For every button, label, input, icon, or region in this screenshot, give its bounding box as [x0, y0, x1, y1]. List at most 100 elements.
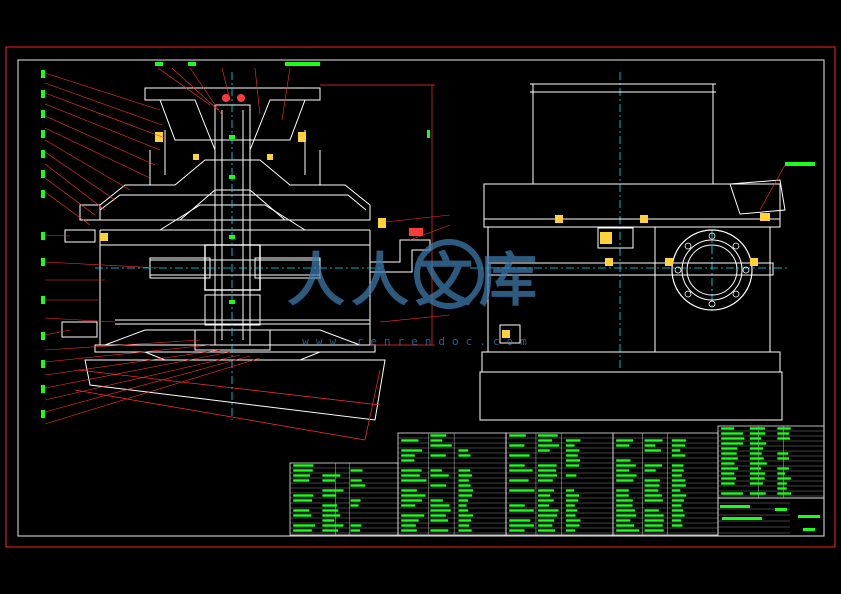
table-text-stub: [538, 474, 558, 477]
table-text-stub: [509, 454, 530, 457]
table-text-stub: [458, 449, 469, 452]
table-text-stub: [538, 519, 555, 522]
table-text-stub: [430, 469, 442, 472]
leader-lines-left: [44, 72, 261, 425]
table-text-stub: [721, 427, 735, 430]
table-text-stub: [322, 489, 344, 492]
table-text-stub: [293, 494, 314, 497]
table-text-stub: [509, 524, 534, 527]
table-text-stub: [671, 499, 684, 502]
table-text-stub: [565, 439, 581, 442]
table-text-stub: [671, 484, 686, 487]
table-text-stub: [565, 489, 575, 492]
table-text-stub: [401, 529, 417, 532]
table-text-stub: [401, 459, 415, 462]
table-text-stub: [458, 519, 472, 522]
table-text-stub: [616, 469, 630, 472]
table-text-stub: [777, 492, 792, 495]
table-text-stub: [777, 472, 785, 475]
table-text-stub: [749, 442, 767, 445]
table-text-stub: [565, 519, 581, 522]
table-text-stub: [430, 529, 449, 532]
table-text-stub: [458, 469, 471, 472]
title-text-stub: [798, 515, 820, 518]
table-text-stub: [616, 499, 633, 502]
table-text-stub: [293, 464, 314, 467]
table-text-stub: [749, 477, 765, 480]
table-text-stub: [458, 489, 474, 492]
table-text-stub: [509, 464, 525, 467]
table-text-stub: [350, 499, 361, 502]
table-text-stub: [749, 462, 767, 465]
table-text-stub: [350, 484, 366, 487]
table-text-stub: [538, 489, 554, 492]
table-text-stub: [430, 519, 448, 522]
table-text-stub: [749, 437, 762, 440]
table-text-stub: [749, 482, 763, 485]
table-text-stub: [644, 444, 656, 447]
table-text-stub: [721, 437, 745, 440]
table-text-stub: [565, 449, 580, 452]
table-text-stub: [430, 434, 447, 437]
table-text-stub: [430, 484, 447, 487]
table-text-stub: [777, 457, 790, 460]
table-text-stub: [401, 469, 422, 472]
table-text-stub: [671, 494, 687, 497]
table-text-stub: [749, 452, 762, 455]
table-text-stub: [777, 477, 791, 480]
table-text-stub: [749, 427, 765, 430]
table-text-stub: [671, 519, 682, 522]
table-text-stub: [401, 504, 416, 507]
table-text-stub: [616, 529, 640, 532]
table-text-stub: [430, 509, 451, 512]
table-text-stub: [565, 524, 580, 527]
table-text-stub: [777, 437, 790, 440]
table-text-stub: [430, 454, 446, 457]
table-text-stub: [721, 482, 735, 485]
cad-drawing-sheet: 人人文库 www.renrendoc.com: [5, 46, 836, 548]
table-text-stub: [644, 514, 664, 517]
table-text-stub: [509, 489, 535, 492]
rotor: [204, 244, 261, 291]
table-text-stub: [538, 469, 557, 472]
table-text-stub: [616, 509, 635, 512]
side-label-stub: [785, 162, 815, 166]
table-text-stub: [565, 444, 575, 447]
table-text-stub: [509, 444, 525, 447]
table-text-stub: [430, 439, 443, 442]
table-text-stub: [644, 494, 662, 497]
table-text-stub: [538, 434, 558, 437]
table-text-stub: [538, 439, 552, 442]
table-text-stub: [538, 464, 557, 467]
table-text-stub: [538, 529, 556, 532]
table-text-stub: [538, 449, 550, 452]
table-text-stub: [322, 529, 339, 532]
table-text-stub: [671, 504, 682, 507]
table-text-stub: [671, 454, 686, 457]
table-text-stub: [538, 514, 557, 517]
table-text-stub: [401, 494, 426, 497]
table-text-stub: [616, 474, 637, 477]
table-text-stub: [671, 464, 684, 467]
table-text-stub: [458, 454, 471, 457]
table-text-stub: [458, 474, 472, 477]
table-text-stub: [749, 432, 766, 435]
table-text-stub: [293, 509, 310, 512]
table-text-stub: [644, 449, 661, 452]
table-text-stub: [565, 529, 576, 532]
table-text-stub: [350, 529, 361, 532]
table-text-stub: [671, 439, 686, 442]
table-text-stub: [616, 479, 634, 482]
table-text-stub: [322, 509, 339, 512]
table-text-stub: [509, 479, 529, 482]
title-text-stub: [775, 508, 787, 511]
table-text-stub: [401, 524, 416, 527]
table-text-stub: [538, 479, 553, 482]
table-text-stub: [777, 482, 787, 485]
table-text-stub: [565, 514, 576, 517]
main-shaft: [214, 104, 251, 346]
table-text-stub: [293, 499, 312, 502]
table-text-stub: [350, 479, 362, 482]
table-text-stub: [509, 469, 533, 472]
table-text-stub: [430, 514, 446, 517]
